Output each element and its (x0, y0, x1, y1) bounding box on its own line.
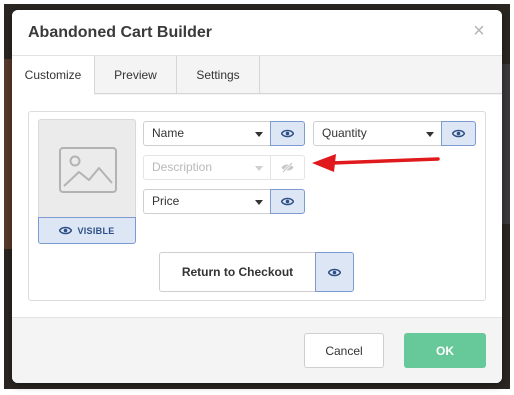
product-image-placeholder (38, 119, 136, 217)
quantity-select[interactable]: Quantity (313, 121, 442, 146)
cancel-button[interactable]: Cancel (304, 333, 384, 368)
return-button-visibility-toggle[interactable] (315, 252, 354, 292)
tab-customize[interactable]: Customize (12, 56, 95, 95)
eye-icon (281, 129, 294, 138)
image-visibility-toggle[interactable]: VISIBLE (38, 217, 136, 244)
abandoned-cart-builder-modal: Abandoned Cart Builder × Customize Previ… (12, 10, 502, 383)
chevron-down-icon (426, 132, 434, 137)
annotation-arrow-icon (312, 154, 440, 172)
eye-icon (59, 226, 73, 235)
name-select[interactable]: Name (143, 121, 271, 146)
return-to-checkout-button[interactable]: Return to Checkout (159, 252, 316, 292)
price-select[interactable]: Price (143, 189, 271, 214)
tab-bar: Customize Preview Settings (12, 56, 502, 95)
description-visibility-toggle[interactable] (270, 155, 305, 180)
ok-button[interactable]: OK (404, 333, 486, 368)
chevron-down-icon (255, 200, 263, 205)
tab-preview[interactable]: Preview (95, 56, 177, 94)
price-visibility-toggle[interactable] (270, 189, 305, 214)
tab-settings[interactable]: Settings (177, 56, 260, 94)
eye-slash-icon (281, 162, 294, 173)
modal-title: Abandoned Cart Builder (28, 24, 213, 41)
image-icon (59, 147, 117, 193)
chevron-down-icon (255, 132, 263, 137)
chevron-down-icon (255, 166, 263, 171)
eye-icon (281, 197, 294, 206)
name-select-value: Name (152, 126, 185, 140)
quantity-select-value: Quantity (322, 126, 367, 140)
price-select-value: Price (152, 194, 180, 208)
quantity-visibility-toggle[interactable] (441, 121, 476, 146)
description-select[interactable]: Description (143, 155, 271, 180)
name-visibility-toggle[interactable] (270, 121, 305, 146)
description-select-value: Description (152, 160, 213, 174)
modal-header: Abandoned Cart Builder × (12, 10, 502, 56)
visibility-label: VISIBLE (77, 225, 115, 236)
close-icon[interactable]: × (470, 21, 488, 41)
customize-content: VISIBLE Name Quantity Description Price … (12, 95, 502, 317)
modal-footer: Cancel OK (12, 317, 502, 383)
eye-icon (452, 129, 465, 138)
eye-icon (328, 268, 341, 276)
cart-item-layout-panel: VISIBLE Name Quantity Description Price … (28, 111, 486, 301)
